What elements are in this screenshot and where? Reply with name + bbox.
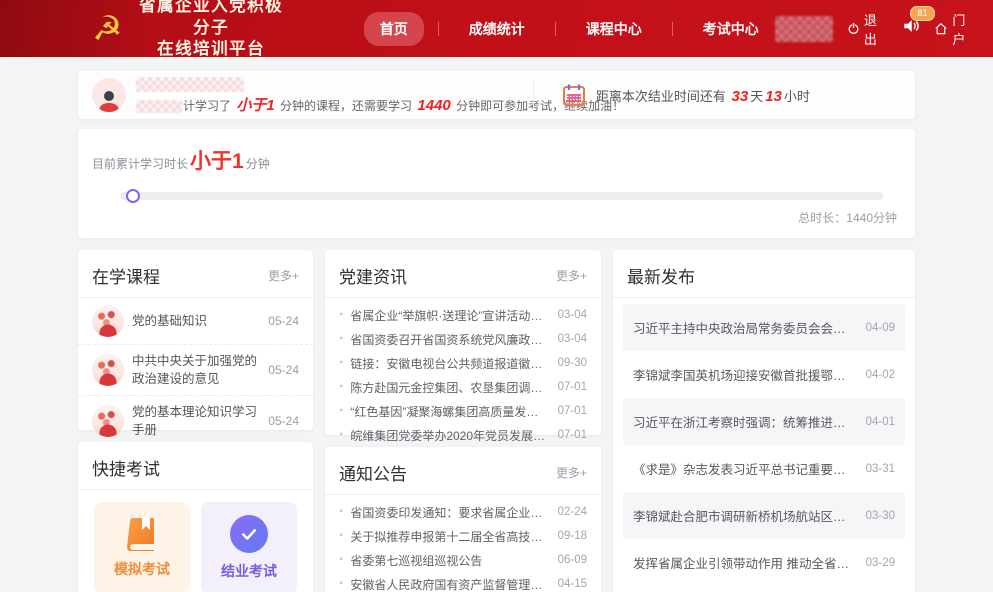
deadline-days-value: 33 xyxy=(730,88,751,105)
latest-item[interactable]: 李锦斌李国英机场迎接安徽首批援鄂医疗队凯...04-02 xyxy=(623,351,905,398)
latest-title: 最新发布 xyxy=(627,263,695,288)
notification-badge: 81 xyxy=(910,6,934,21)
notices-title: 通知公告 xyxy=(339,460,407,485)
notices-more-link[interactable]: 更多+ xyxy=(556,464,587,481)
site-title-line2: 在线培训平台 xyxy=(130,39,291,60)
deadline-hours-value: 13 xyxy=(763,88,784,105)
news-item[interactable]: ·省属企业“举旗帜·送理论”宣讲活动走进华安...03-04 xyxy=(339,303,587,327)
person-icon xyxy=(96,88,122,112)
notices-list: ·省国资委印发通知：要求省属企业认真贯彻落...02-24 ·关于拟推荐申报第十… xyxy=(325,495,601,592)
nav-separator xyxy=(438,22,439,36)
logout-button[interactable]: 退出 xyxy=(847,10,887,48)
notice-item[interactable]: ·省委第七巡视组巡视公告06-09 xyxy=(339,548,587,572)
announcement-button[interactable]: 81 xyxy=(902,17,920,40)
latest-releases-card: 最新发布 习近平主持中央政治局常务委员会会议 分析国...04-09 李锦斌李国… xyxy=(613,250,915,592)
party-emblem-icon: ☭ xyxy=(92,12,122,46)
header-right: 退出 81 门户 xyxy=(775,10,975,48)
courses-more-link[interactable]: 更多+ xyxy=(268,267,299,284)
news-item[interactable]: ·“红色基因”凝聚海螺集团高质量发展磅礴力...07-01 xyxy=(339,399,587,423)
redacted-text xyxy=(136,100,182,113)
news-item[interactable]: ·皖维集团党委举办2020年党员发展对象培训班...07-01 xyxy=(339,423,587,447)
final-exam-label: 结业考试 xyxy=(221,561,277,581)
calendar-icon xyxy=(562,83,586,107)
nav-separator xyxy=(672,22,673,36)
site-title-line1: 省属企业入党积极分子 xyxy=(130,0,291,39)
deadline-info: 距离本次结业时间还有 33天13小时 xyxy=(538,83,810,107)
total-duration-label: 总时长：1440分钟 xyxy=(92,209,897,226)
course-thumbnail xyxy=(92,354,124,386)
book-icon xyxy=(124,517,160,551)
course-item[interactable]: 党的基础知识 05-24 xyxy=(78,298,313,344)
main-nav: 首页 成绩统计 课程中心 考试中心 xyxy=(364,12,775,46)
news-item[interactable]: ·链接：安徽电视台公共频道报道徽商职业学院...09-30 xyxy=(339,351,587,375)
final-exam-button[interactable]: 结业考试 xyxy=(201,502,297,592)
divider xyxy=(533,80,534,110)
latest-releases-list: 习近平主持中央政治局常务委员会会议 分析国...04-09 李锦斌李国英机场迎接… xyxy=(613,298,915,586)
slider-handle[interactable] xyxy=(126,189,140,203)
notice-item[interactable]: ·关于拟推荐申报第十二届全省高技能人才评选...09-18 xyxy=(339,524,587,548)
courses-card: 在学课程 更多+ 党的基础知识 05-24 中共中央关于加强党的政治建设的意见 … xyxy=(78,250,313,430)
notices-card: 通知公告 更多+ ·省国资委印发通知：要求省属企业认真贯彻落...02-24 ·… xyxy=(325,447,601,592)
nav-item-scores[interactable]: 成绩统计 xyxy=(453,12,541,46)
user-study-bar: 计学习了 小于1 分钟的课程，还需要学习 1440 分钟即可参加考试，继续加油！… xyxy=(78,71,915,119)
portal-button[interactable]: 门户 xyxy=(934,10,975,48)
latest-item[interactable]: 《求是》杂志发表习近平总书记重要文章《在...03-31 xyxy=(623,445,905,492)
app-header: ☭ 省属企业入党积极分子 在线培训平台 首页 成绩统计 课程中心 考试中心 退出 xyxy=(0,0,993,57)
latest-item[interactable]: 习近平在浙江考察时强调：统筹推进疫情防控...04-01 xyxy=(623,398,905,445)
study-progress-card: 目前累计学习时长小于1分钟 总时长：1440分钟 xyxy=(78,129,915,238)
latest-item[interactable]: 发挥省属企业引领带动作用 推动全省企业尽快...03-29 xyxy=(623,539,905,586)
site-logo: ☭ 省属企业入党积极分子 在线培训平台 xyxy=(92,0,292,61)
party-news-list: ·省属企业“举旗帜·送理论”宣讲活动走进华安...03-04 ·省国资委召开省国… xyxy=(325,298,601,447)
site-title: 省属企业入党积极分子 在线培训平台 xyxy=(130,0,291,61)
progress-slider[interactable] xyxy=(120,189,897,203)
avatar[interactable] xyxy=(92,78,126,112)
nav-item-exams[interactable]: 考试中心 xyxy=(687,12,775,46)
username-redacted xyxy=(136,77,244,92)
deadline-text: 距离本次结业时间还有 33天13小时 xyxy=(596,86,810,105)
study-summary: 计学习了 小于1 分钟的课程，还需要学习 1440 分钟即可参加考试，继续加油！ xyxy=(92,74,529,116)
news-item[interactable]: ·陈方赴国元金控集团、农垦集团调研督导07-01 xyxy=(339,375,587,399)
courses-title: 在学课程 xyxy=(92,263,160,288)
nav-separator xyxy=(555,22,556,36)
power-icon xyxy=(847,21,860,36)
news-item[interactable]: ·省国资委召开省国资系统党风廉政建设和反腐...03-04 xyxy=(339,327,587,351)
course-item[interactable]: 中共中央关于加强党的政治建设的意见 05-24 xyxy=(78,344,313,395)
notice-item[interactable]: ·安徽省人民政府国有资产监督管理委员会网站...04-15 xyxy=(339,572,587,592)
mock-exam-label: 模拟考试 xyxy=(114,559,170,579)
check-circle-icon xyxy=(230,515,268,553)
portal-label: 门户 xyxy=(952,10,975,48)
study-minutes-value: 小于1 xyxy=(234,97,276,114)
home-icon xyxy=(934,21,948,37)
logout-label: 退出 xyxy=(864,10,887,48)
need-minutes-value: 1440 xyxy=(415,97,452,114)
quick-exam-title: 快捷考试 xyxy=(92,455,160,480)
party-news-more-link[interactable]: 更多+ xyxy=(556,267,587,284)
course-item[interactable]: 党的基本理论知识学习手册 05-24 xyxy=(78,395,313,446)
mock-exam-button[interactable]: 模拟考试 xyxy=(94,502,190,592)
party-news-card: 党建资讯 更多+ ·省属企业“举旗帜·送理论”宣讲活动走进华安...03-04 … xyxy=(325,250,601,435)
notice-item[interactable]: ·省国资委印发通知：要求省属企业认真贯彻落...02-24 xyxy=(339,500,587,524)
course-thumbnail xyxy=(92,405,124,437)
progress-value: 小于1 xyxy=(188,150,246,173)
course-thumbnail xyxy=(92,305,124,337)
nav-item-courses[interactable]: 课程中心 xyxy=(570,12,658,46)
latest-item[interactable]: 李锦斌赴合肥市调研新桥机场航站区规划建设...03-30 xyxy=(623,492,905,539)
username-redacted xyxy=(775,16,833,42)
party-news-title: 党建资讯 xyxy=(339,263,407,288)
main-content: 计学习了 小于1 分钟的课程，还需要学习 1440 分钟即可参加考试，继续加油！… xyxy=(78,71,915,592)
nav-item-home[interactable]: 首页 xyxy=(364,12,424,46)
quick-exam-card: 快捷考试 模拟考试 xyxy=(78,442,313,592)
slider-track xyxy=(120,192,883,200)
progress-label: 目前累计学习时长小于1分钟 xyxy=(92,145,897,175)
latest-item[interactable]: 习近平主持中央政治局常务委员会会议 分析国...04-09 xyxy=(623,304,905,351)
